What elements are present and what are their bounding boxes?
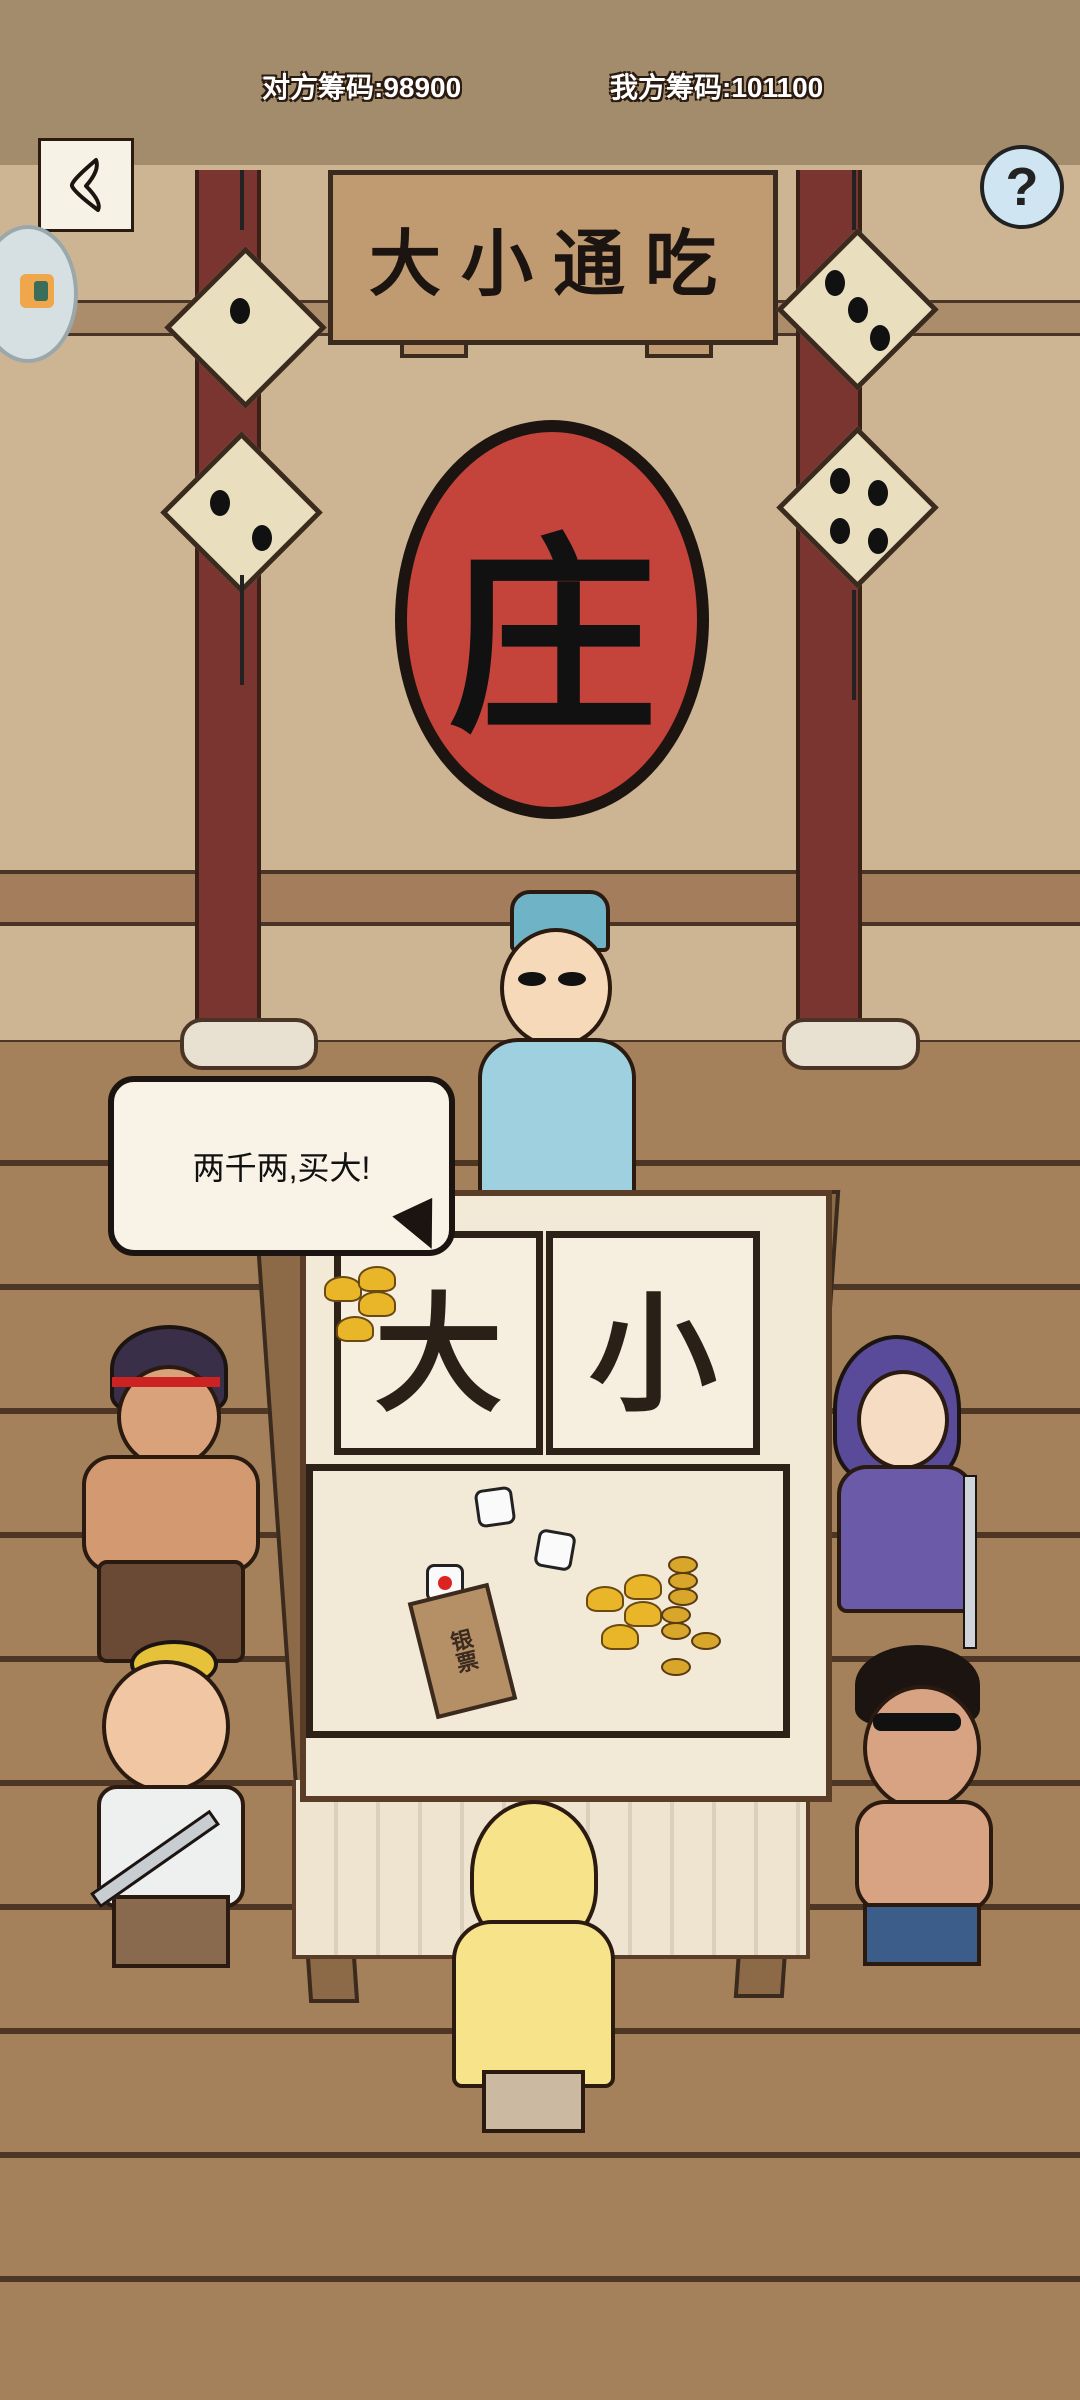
- banker-emblem: 庄: [395, 420, 709, 819]
- gold-ingot: [624, 1601, 662, 1627]
- swordswoman-robe: [837, 1465, 975, 1613]
- speech-text: 两千两,买大!: [192, 1150, 371, 1186]
- gambler-torso: [855, 1800, 993, 1913]
- hall-sign: 大小通吃: [328, 170, 778, 345]
- my-chips: 我方筹码:101100: [610, 66, 823, 106]
- question-mark-icon: ?: [1005, 157, 1039, 217]
- coin-stack: [668, 1588, 698, 1606]
- gold-ingot: [358, 1291, 396, 1317]
- gold-ingot: [624, 1574, 662, 1600]
- coin-stack: [691, 1632, 721, 1650]
- die-pip: [210, 490, 230, 516]
- gambler-pants: [112, 1895, 230, 1968]
- gold-ingot: [601, 1624, 639, 1650]
- coin-stack: [661, 1622, 691, 1640]
- banknote-label: 银票: [445, 1626, 481, 1676]
- gambler-head: [863, 1685, 981, 1811]
- dice-area: [306, 1464, 790, 1738]
- left-cord: [240, 170, 244, 230]
- player-cloak: [452, 1920, 615, 2088]
- die-red-pip: [438, 1576, 452, 1590]
- gold-ingot: [336, 1316, 374, 1342]
- sunglasses: [873, 1713, 961, 1731]
- gambler-pants: [863, 1903, 981, 1966]
- die-pip: [230, 298, 250, 324]
- left-pillar-base: [180, 1018, 318, 1070]
- tattooed-gambler: [72, 1325, 272, 1665]
- dealer-head: [500, 928, 612, 1048]
- die-pip: [252, 525, 272, 551]
- dealer-character: [470, 890, 640, 1206]
- coin-stack: [661, 1658, 691, 1676]
- gambler-head: [102, 1660, 230, 1793]
- swordswoman: [815, 1335, 995, 1665]
- player-legs: [482, 2070, 585, 2133]
- gold-ingot: [324, 1276, 362, 1302]
- blond-gambler: [72, 1640, 262, 1970]
- dealer-robe: [478, 1038, 636, 1206]
- die-pip: [830, 518, 850, 544]
- gambler-torso: [82, 1455, 260, 1573]
- my-chips-label: 我方筹码:: [610, 72, 732, 103]
- bet-zone-big[interactable]: 大: [334, 1231, 543, 1455]
- my-chips-value: 101100: [731, 72, 824, 103]
- bet-zone-small-label: 小: [588, 1279, 717, 1430]
- player-character: [442, 1800, 622, 2133]
- emblem-character: 庄: [446, 513, 657, 761]
- opponent-chips-label: 对方筹码:: [262, 72, 384, 103]
- betting-table: 大 小 银票: [300, 1190, 832, 1802]
- sign-title: 大小通吃: [368, 221, 737, 306]
- right-pillar-base: [782, 1018, 920, 1070]
- die-pip: [830, 468, 850, 494]
- die-four: [532, 1527, 578, 1573]
- die-three: [473, 1485, 517, 1529]
- ceiling: [0, 0, 1080, 169]
- die-pip: [825, 270, 845, 296]
- back-arrow-icon: [69, 158, 101, 212]
- opponent-chips: 对方筹码:98900: [262, 66, 461, 106]
- opponent-chips-value: 98900: [383, 72, 462, 103]
- back-button[interactable]: [38, 138, 134, 232]
- die-pip: [868, 480, 888, 506]
- muscle-gambler: [845, 1645, 1015, 1966]
- sword: [963, 1475, 977, 1649]
- help-button[interactable]: ?: [980, 145, 1064, 229]
- sunglasses: [518, 972, 546, 986]
- sunglasses: [558, 972, 586, 986]
- headband: [112, 1377, 220, 1387]
- die-pip: [870, 325, 890, 351]
- swordswoman-head: [857, 1370, 949, 1470]
- badge-mark: [34, 281, 48, 301]
- die-pip: [868, 528, 888, 554]
- gold-ingot: [358, 1266, 396, 1292]
- left-tassel: [240, 575, 244, 685]
- bet-zone-small[interactable]: 小: [546, 1231, 760, 1455]
- gold-ingot: [586, 1586, 624, 1612]
- die-pip: [848, 297, 868, 323]
- right-cord: [852, 170, 856, 230]
- right-tassel: [852, 590, 856, 700]
